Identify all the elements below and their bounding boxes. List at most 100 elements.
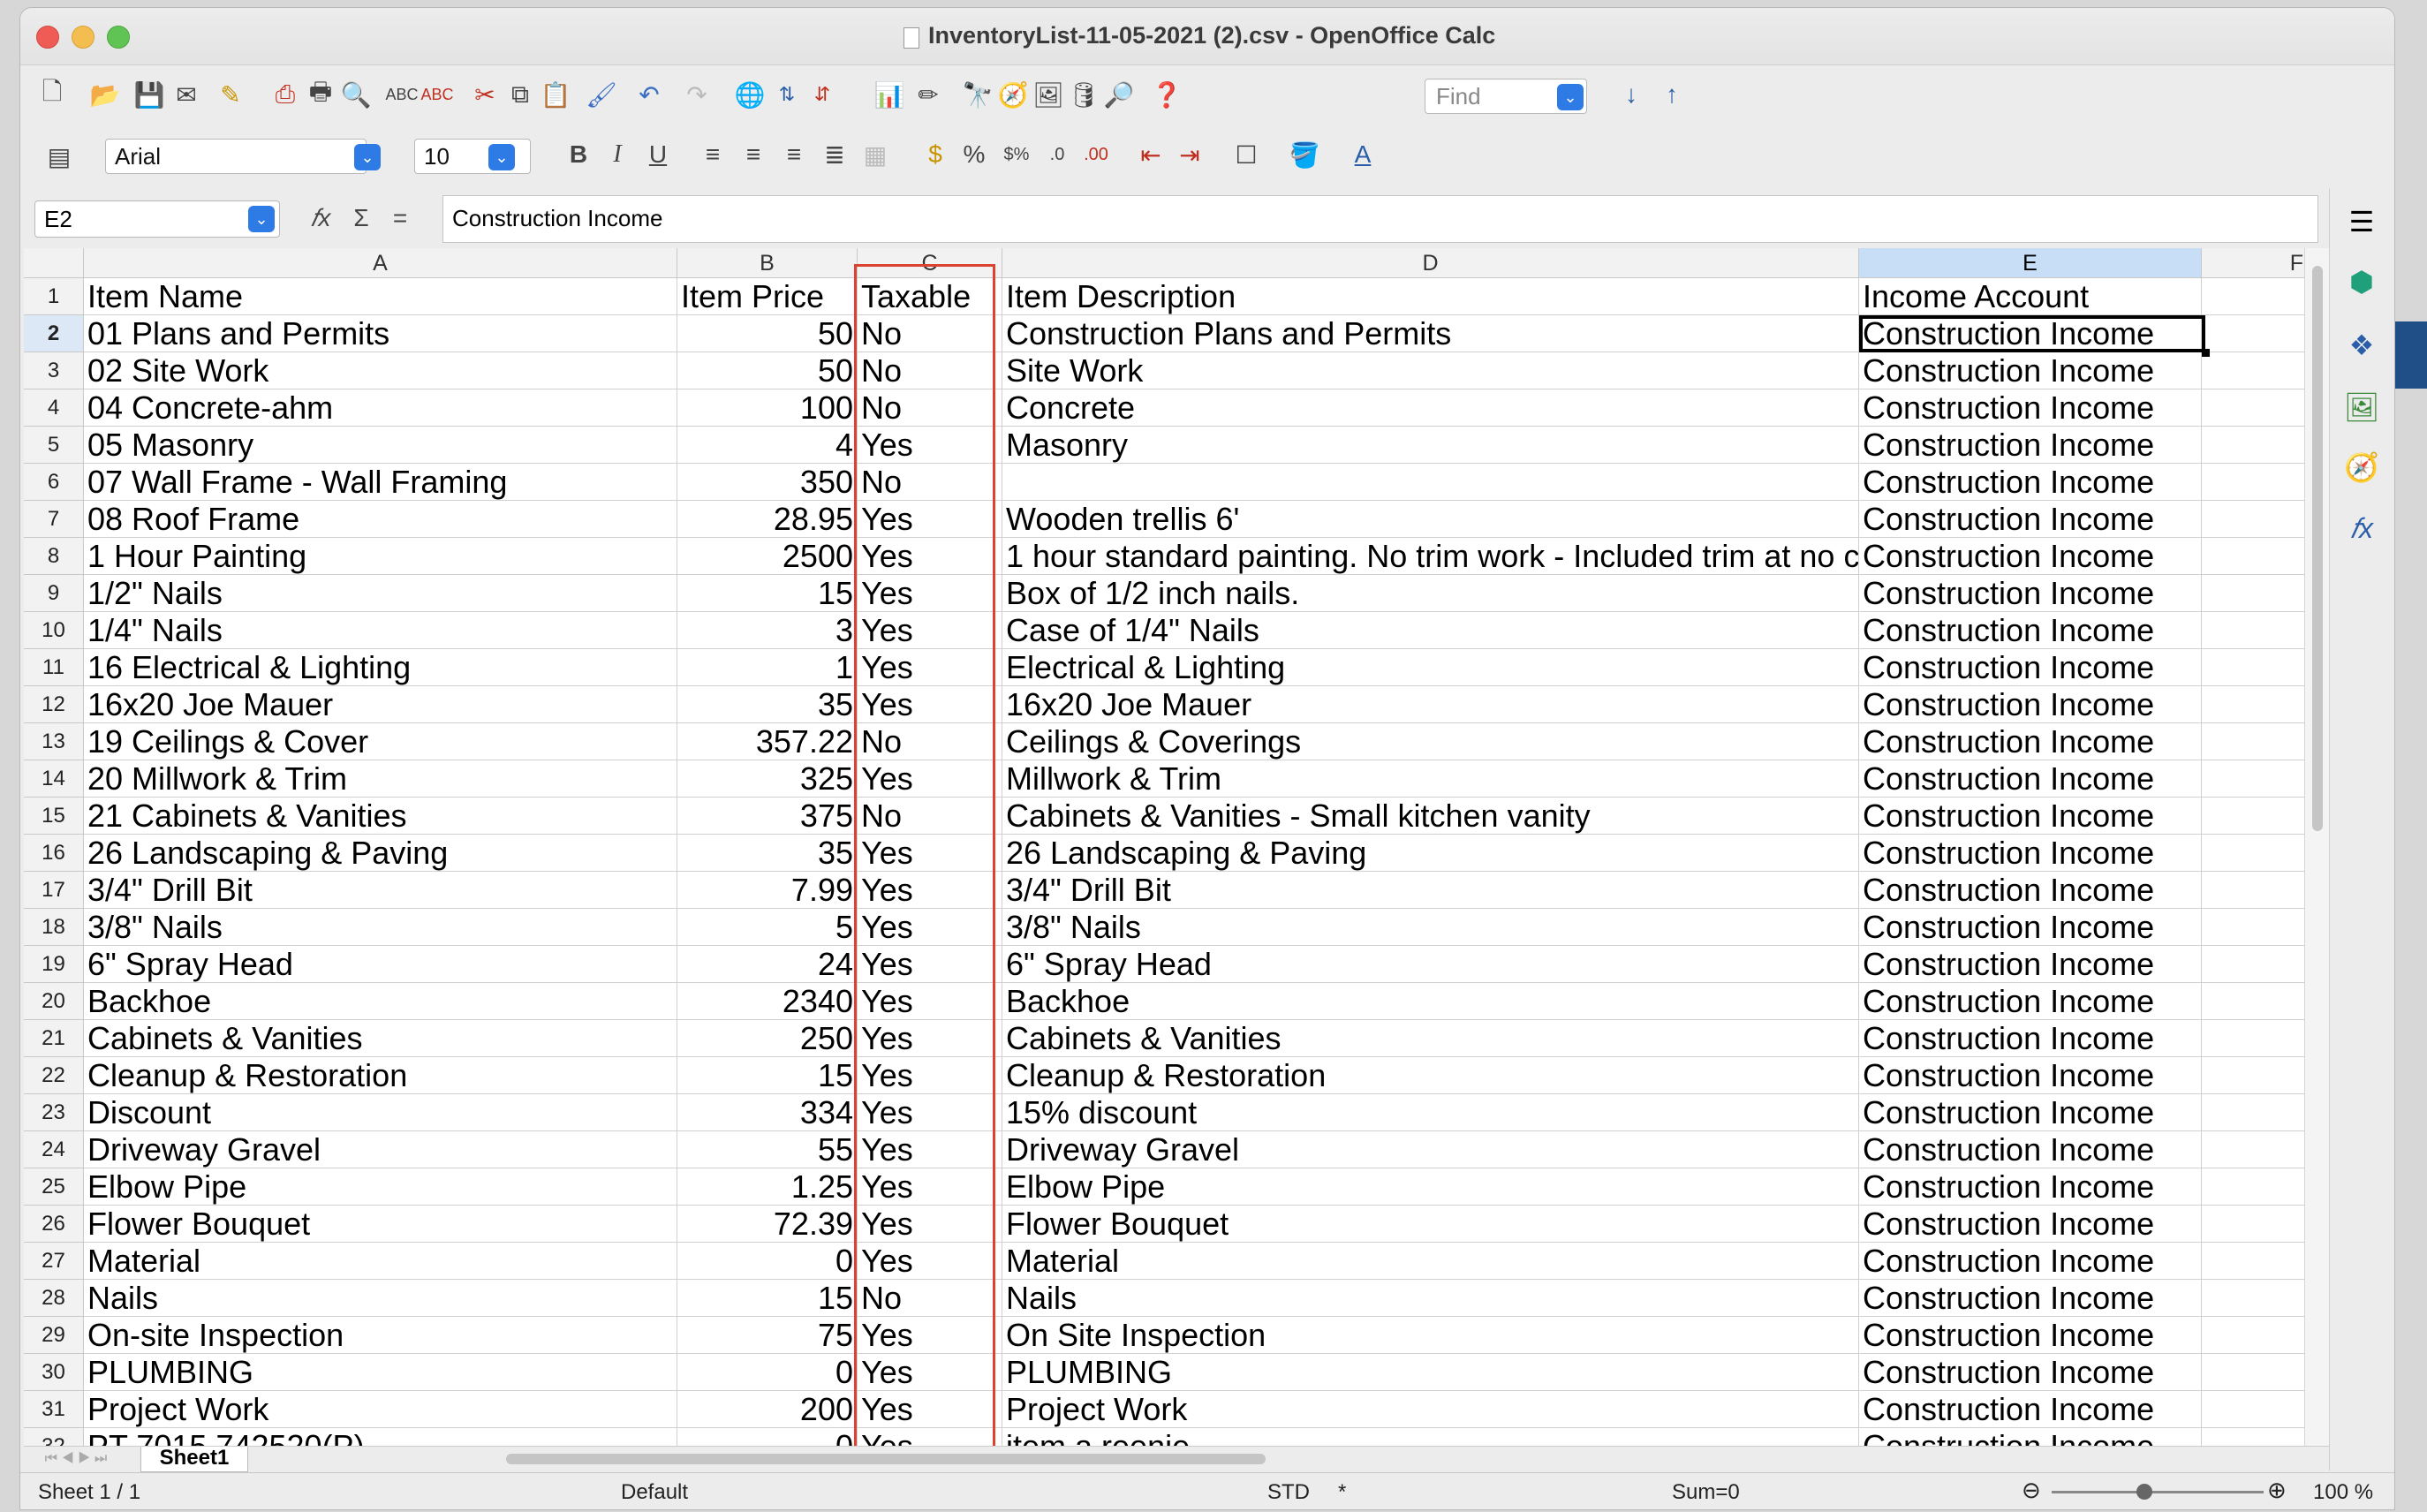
cell-f[interactable] — [2202, 798, 2308, 835]
row-header[interactable]: 13 — [24, 723, 84, 760]
cell-e[interactable]: Construction Income — [1859, 723, 2202, 760]
cell-e[interactable]: Construction Income — [1859, 835, 2202, 872]
minimize-window-button[interactable] — [72, 26, 95, 49]
row-header[interactable]: 30 — [24, 1354, 84, 1391]
column-header-b[interactable]: B — [677, 248, 858, 278]
cell-e[interactable]: Construction Income — [1859, 389, 2202, 427]
cell-a[interactable]: Project Work — [84, 1391, 677, 1428]
cell-e[interactable]: Construction Income — [1859, 1243, 2202, 1280]
cell-f[interactable] — [2202, 946, 2308, 983]
cell-b[interactable]: 0 — [677, 1428, 858, 1446]
row-header[interactable]: 1 — [24, 278, 84, 315]
cell-e[interactable]: Construction Income — [1859, 1317, 2202, 1354]
cell-e[interactable]: Construction Income — [1859, 1206, 2202, 1243]
cell-a[interactable]: PLUMBING — [84, 1354, 677, 1391]
column-header-e[interactable]: E — [1859, 248, 2202, 278]
cell-e[interactable]: Construction Income — [1859, 538, 2202, 575]
cell-e[interactable]: Construction Income — [1859, 1131, 2202, 1168]
cell-f[interactable] — [2202, 1243, 2308, 1280]
cell-d[interactable]: 26 Landscaping & Paving — [1002, 835, 1859, 872]
cell-f[interactable] — [2202, 1428, 2308, 1446]
cell-f[interactable] — [2202, 760, 2308, 798]
cell-e[interactable]: Construction Income — [1859, 1428, 2202, 1446]
sheet-tab[interactable]: Sheet1 — [140, 1447, 248, 1472]
save-icon[interactable]: 💾 — [133, 79, 165, 110]
cell-e[interactable]: Construction Income — [1859, 1354, 2202, 1391]
cell-f[interactable] — [2202, 1206, 2308, 1243]
draw-functions-icon[interactable]: ✏ — [912, 79, 944, 110]
sheet-navigation-arrows-icon[interactable]: ⏮ ◀ ▶ ⏭ — [27, 1443, 125, 1475]
row-header[interactable]: 9 — [24, 575, 84, 612]
cell-d[interactable]: Site Work — [1002, 352, 1859, 389]
increase-indent-icon[interactable]: ⇥ — [1174, 139, 1206, 170]
functions-sidebar-icon[interactable]: 𝑓x — [2344, 511, 2379, 547]
cell-a[interactable]: 6" Spray Head — [84, 946, 677, 983]
font-color-icon[interactable]: A — [1347, 139, 1379, 170]
cell-f[interactable] — [2202, 872, 2308, 909]
print-preview-icon[interactable]: 🔍 — [340, 79, 372, 110]
cell-e[interactable]: Construction Income — [1859, 872, 2202, 909]
autospellcheck-icon[interactable]: ABC — [421, 79, 454, 110]
cell-f[interactable] — [2202, 909, 2308, 946]
cell-a[interactable]: 07 Wall Frame - Wall Framing — [84, 464, 677, 501]
cell-f[interactable] — [2202, 352, 2308, 389]
row-header[interactable]: 7 — [24, 501, 84, 538]
cell-d[interactable]: 15% discount — [1002, 1094, 1859, 1131]
row-header[interactable]: 15 — [24, 798, 84, 835]
cell-d[interactable]: Case of 1/4" Nails — [1002, 612, 1859, 649]
find-dropdown-chevron-icon[interactable]: ⌄ — [1557, 84, 1584, 110]
cell-d[interactable]: Electrical & Lighting — [1002, 649, 1859, 686]
cell-b[interactable]: 75 — [677, 1317, 858, 1354]
cell-b[interactable]: 334 — [677, 1094, 858, 1131]
cell-a[interactable]: 19 Ceilings & Cover — [84, 723, 677, 760]
cell-e[interactable]: Income Account — [1859, 278, 2202, 315]
cell-b[interactable]: 15 — [677, 575, 858, 612]
sort-descending-icon[interactable]: ⇵ — [806, 79, 838, 110]
size-dropdown-chevron-icon[interactable]: ⌄ — [488, 144, 515, 170]
cell-b[interactable]: 2500 — [677, 538, 858, 575]
row-header[interactable]: 11 — [24, 649, 84, 686]
select-all-corner[interactable] — [24, 248, 84, 278]
cell-b[interactable]: 350 — [677, 464, 858, 501]
cell-e[interactable]: Construction Income — [1859, 1020, 2202, 1057]
cell-f[interactable] — [2202, 1168, 2308, 1206]
cell-e[interactable]: Construction Income — [1859, 352, 2202, 389]
align-right-icon[interactable]: ≡ — [778, 139, 810, 170]
cell-e[interactable]: Construction Income — [1859, 1280, 2202, 1317]
row-header[interactable]: 12 — [24, 686, 84, 723]
horizontal-scroll-thumb[interactable] — [506, 1454, 1266, 1464]
cell-f[interactable] — [2202, 1280, 2308, 1317]
cell-e[interactable]: Construction Income — [1859, 946, 2202, 983]
cell-b[interactable]: 325 — [677, 760, 858, 798]
cell-d[interactable]: 1 hour standard painting. No trim work -… — [1002, 538, 1859, 575]
paste-icon[interactable]: 📋 — [540, 79, 571, 110]
formula-input[interactable]: Construction Income — [442, 195, 2318, 243]
row-header[interactable]: 27 — [24, 1243, 84, 1280]
cell-b[interactable]: 100 — [677, 389, 858, 427]
cell-a[interactable]: 21 Cabinets & Vanities — [84, 798, 677, 835]
cell-b[interactable]: 72.39 — [677, 1206, 858, 1243]
cell-f[interactable] — [2202, 1317, 2308, 1354]
cell-d[interactable]: item a reenie — [1002, 1428, 1859, 1446]
row-header[interactable]: 8 — [24, 538, 84, 575]
cell-e[interactable]: Construction Income — [1859, 1094, 2202, 1131]
cell-f[interactable] — [2202, 464, 2308, 501]
cell-f[interactable] — [2202, 575, 2308, 612]
function-equals-icon[interactable]: = — [384, 202, 416, 234]
vertical-scroll-thumb[interactable] — [2312, 266, 2323, 831]
column-header-a[interactable]: A — [84, 248, 677, 278]
sidebar-menu-icon[interactable]: ☰ — [2344, 204, 2379, 239]
styles-formatting-icon[interactable]: ❖ — [2344, 328, 2379, 363]
cell-b[interactable]: 1 — [677, 649, 858, 686]
italic-icon[interactable]: I — [601, 139, 633, 170]
cell-a[interactable]: 04 Concrete-ahm — [84, 389, 677, 427]
row-header[interactable]: 10 — [24, 612, 84, 649]
cut-icon[interactable]: ✂ — [469, 79, 501, 110]
maximize-window-button[interactable] — [107, 26, 130, 49]
cell-d[interactable]: Concrete — [1002, 389, 1859, 427]
cell-a[interactable]: 16x20 Joe Mauer — [84, 686, 677, 723]
row-header[interactable]: 31 — [24, 1391, 84, 1428]
gallery-sidebar-icon[interactable]: 🖼 — [2344, 389, 2380, 425]
row-header[interactable]: 23 — [24, 1094, 84, 1131]
zoom-in-icon[interactable]: ⊕ — [2267, 1477, 2287, 1504]
